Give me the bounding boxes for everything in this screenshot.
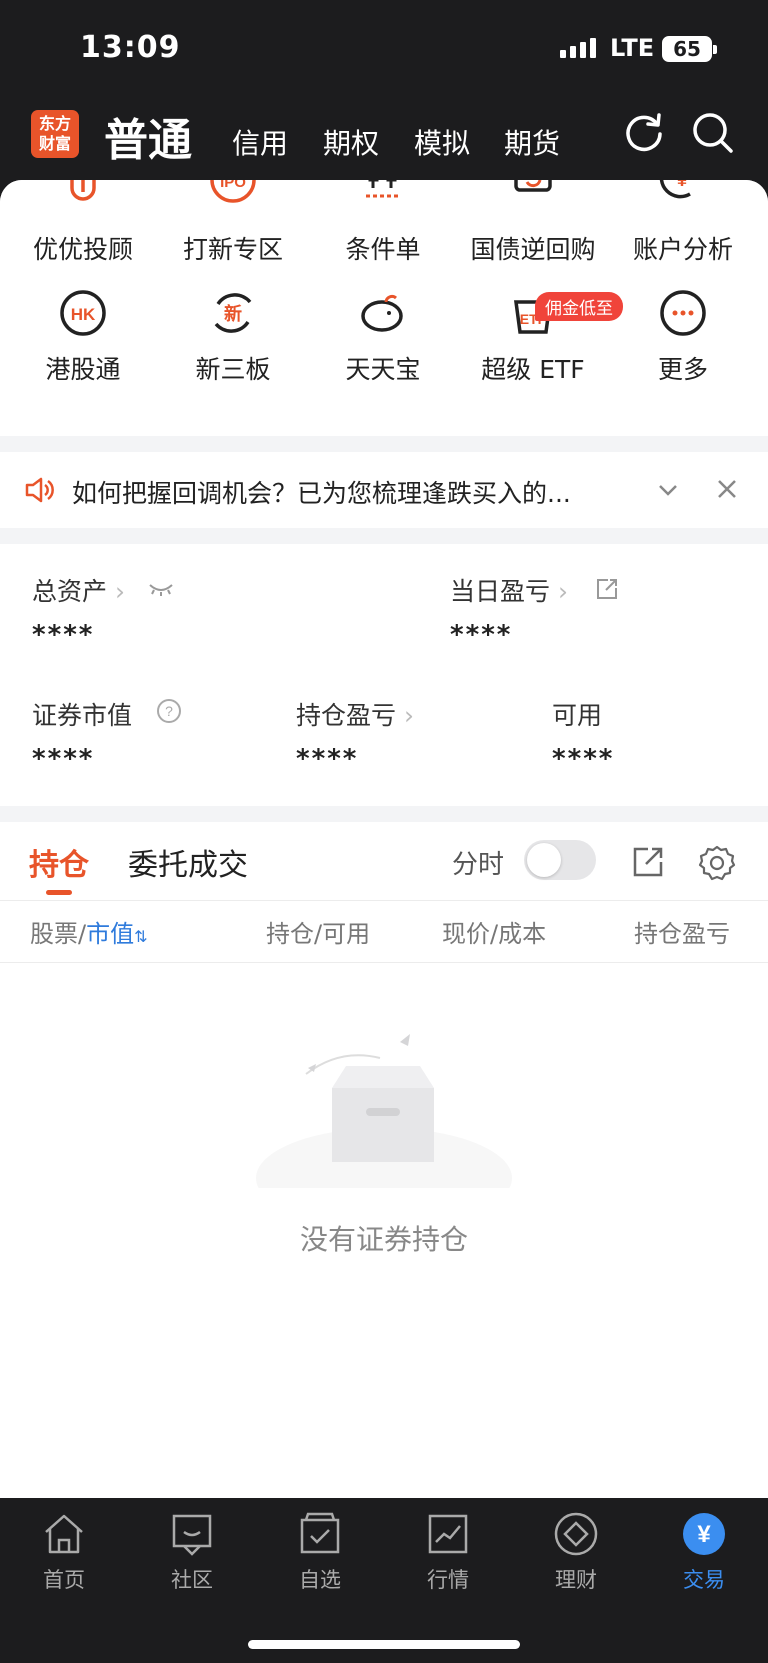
share-icon[interactable] xyxy=(596,578,618,600)
svg-text:IPO: IPO xyxy=(220,180,246,191)
battery-icon: 65 xyxy=(662,36,717,62)
neeq-icon: 新 xyxy=(214,293,252,333)
empty-state-text: 没有证券持仓 xyxy=(299,1223,468,1256)
grid-item-ipo[interactable]: IPO 打新专区 xyxy=(158,180,308,266)
col-stock-market-value[interactable]: 股票/市值⇅ xyxy=(30,914,148,949)
app-logo: 东方 财富 xyxy=(31,110,79,158)
network-type: LTE xyxy=(610,34,655,62)
col-position[interactable]: 持仓/可用 xyxy=(266,914,370,949)
quick-grid: 优优投顾 IPO 打新专区 条件单 国债逆回购 ¥ 账户分析 HK 港股通 新 … xyxy=(0,180,768,436)
svg-text:¥: ¥ xyxy=(677,180,687,190)
grid-item-conditional-order[interactable]: 条件单 xyxy=(308,180,458,266)
speaker-icon xyxy=(25,477,54,503)
piggy-bank-icon xyxy=(361,294,403,332)
market-value: **** xyxy=(32,744,95,774)
chat-icon xyxy=(172,1514,212,1556)
tab-trade[interactable]: ¥ 交易 xyxy=(654,1510,754,1594)
search-icon[interactable] xyxy=(690,110,736,156)
trade-yuan-icon: ¥ xyxy=(683,1513,725,1555)
tab-simulation[interactable]: 模拟 xyxy=(414,122,470,162)
grid-item-hk-connect[interactable]: HK 港股通 xyxy=(8,286,158,386)
daily-pl-label[interactable]: 当日盈亏 › xyxy=(450,572,568,608)
tab-home[interactable]: 首页 xyxy=(14,1510,114,1594)
home-icon xyxy=(45,1514,83,1554)
available-value: **** xyxy=(552,744,615,774)
close-icon[interactable] xyxy=(716,478,738,500)
market-value-label: 证券市值 xyxy=(32,701,133,730)
tab-options[interactable]: 期权 xyxy=(323,122,379,162)
conditional-order-icon xyxy=(366,180,400,198)
tab-orders[interactable]: 委托成交 xyxy=(128,840,248,884)
grid-item-tiantianbao[interactable]: 天天宝 xyxy=(308,286,458,386)
tab-credit[interactable]: 信用 xyxy=(232,122,288,162)
divider xyxy=(0,962,768,963)
fenshi-toggle[interactable] xyxy=(524,840,596,880)
status-time: 13:09 xyxy=(80,30,181,65)
col-pl[interactable]: 持仓盈亏 xyxy=(634,914,730,949)
chevron-down-icon[interactable] xyxy=(656,478,680,502)
content-panel: 优优投顾 IPO 打新专区 条件单 国债逆回购 ¥ 账户分析 HK 港股通 新 … xyxy=(0,180,768,1498)
refresh-icon[interactable] xyxy=(621,110,667,156)
notice-bar[interactable]: 如何把握回调机会？已为您梳理逢跌买入的... xyxy=(0,452,768,528)
svg-text:新: 新 xyxy=(224,303,242,325)
hk-icon: HK xyxy=(60,290,106,336)
commission-badge: 佣金低至 xyxy=(535,292,623,321)
top-nav: 东方 财富 普通 信用 期权 模拟 期货 xyxy=(0,100,768,182)
signal-icon xyxy=(560,38,596,58)
position-pl-value: **** xyxy=(296,744,359,774)
notice-text: 如何把握回调机会？已为您梳理逢跌买入的... xyxy=(72,479,571,508)
svg-text:HK: HK xyxy=(71,305,96,324)
account-analysis-icon: ¥ xyxy=(659,180,691,199)
divider xyxy=(0,900,768,901)
watchlist-icon xyxy=(300,1512,340,1554)
reverse-repo-icon xyxy=(514,180,552,192)
holdings-section: 持仓 委托成交 分时 股票/市值⇅ 持仓/可用 现价/成本 持仓盈亏 没有证券持… xyxy=(0,822,768,1498)
tab-underline xyxy=(46,890,72,895)
tab-holdings[interactable]: 持仓 xyxy=(29,840,89,884)
tab-market[interactable]: 行情 xyxy=(398,1510,498,1594)
daily-pl-value: **** xyxy=(450,620,513,650)
advisory-icon xyxy=(70,180,96,201)
export-icon[interactable] xyxy=(632,846,664,878)
tab-watchlist[interactable]: 自选 xyxy=(270,1510,370,1594)
empty-box-illustration xyxy=(256,1034,512,1188)
tab-normal[interactable]: 普通 xyxy=(104,104,192,168)
help-icon[interactable]: ? xyxy=(156,698,182,724)
tab-futures[interactable]: 期货 xyxy=(504,122,560,162)
tab-community[interactable]: 社区 xyxy=(142,1510,242,1594)
more-icon xyxy=(660,290,706,336)
settings-icon[interactable] xyxy=(698,844,736,882)
grid-item-advisory[interactable]: 优优投顾 xyxy=(8,180,158,266)
svg-text:?: ? xyxy=(165,703,173,719)
fenshi-label: 分时 xyxy=(452,850,505,880)
svg-text:¥: ¥ xyxy=(697,1521,711,1548)
status-bar: 13:09 LTE 65 xyxy=(0,0,768,100)
total-assets-value: **** xyxy=(32,620,95,650)
wealth-icon xyxy=(554,1512,598,1556)
available-label: 可用 xyxy=(552,701,603,730)
assets-summary: 总资产 › **** 当日盈亏 › **** 证券市值 ? **** 持仓盈亏 … xyxy=(0,544,768,806)
bottom-tab-bar: 首页 社区 自选 行情 理财 ¥ 交易 xyxy=(0,1498,768,1663)
grid-item-more[interactable]: 更多 xyxy=(608,286,758,386)
grid-item-neeq[interactable]: 新 新三板 xyxy=(158,286,308,386)
grid-item-reverse-repo[interactable]: 国债逆回购 xyxy=(458,180,608,266)
total-assets-label[interactable]: 总资产 › xyxy=(32,572,125,608)
tab-wealth[interactable]: 理财 xyxy=(526,1510,626,1594)
col-price[interactable]: 现价/成本 xyxy=(442,914,546,949)
ipo-icon: IPO xyxy=(210,180,256,203)
hide-eye-icon[interactable] xyxy=(148,582,174,596)
home-indicator xyxy=(248,1640,520,1649)
market-chart-icon xyxy=(428,1514,468,1554)
grid-item-account-analysis[interactable]: ¥ 账户分析 xyxy=(608,180,758,266)
position-pl-label[interactable]: 持仓盈亏 › xyxy=(296,696,414,732)
